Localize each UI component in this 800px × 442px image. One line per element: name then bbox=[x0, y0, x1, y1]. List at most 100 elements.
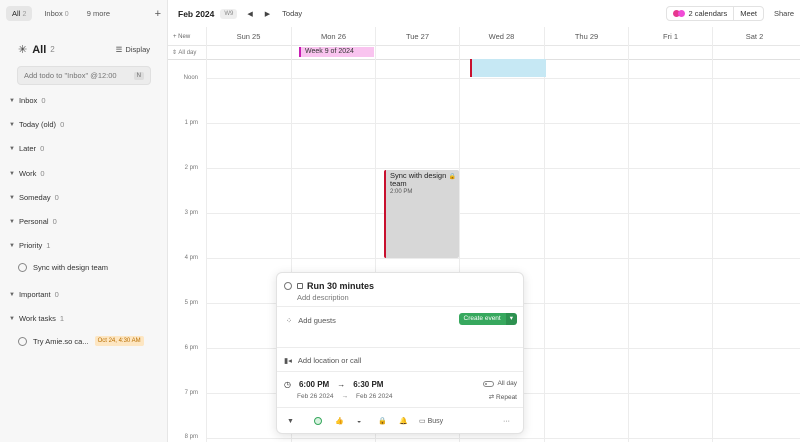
meet-button[interactable]: Meet bbox=[733, 7, 763, 20]
time-label: 5 pm bbox=[184, 300, 198, 306]
task-item[interactable]: Try Amie.so ca... Oct 24, 4:30 AM bbox=[18, 336, 144, 346]
start-date[interactable]: Feb 26 2024 bbox=[297, 393, 334, 400]
tab-inbox[interactable]: Inbox 0 bbox=[38, 6, 74, 21]
time-label: 7 pm bbox=[184, 390, 198, 396]
create-event-button[interactable]: Create event ▾ bbox=[458, 313, 517, 325]
chevron-down-icon: ▼ bbox=[9, 121, 15, 128]
add-location[interactable]: ▮◂ Add location or call bbox=[284, 356, 361, 365]
toggle-icon[interactable] bbox=[483, 380, 495, 387]
busy-button[interactable]: ▭ Busy bbox=[419, 417, 443, 425]
chevron-down-icon: ▼ bbox=[9, 242, 15, 249]
checkbox-circle-icon[interactable] bbox=[18, 263, 27, 272]
contrast-icon[interactable]: ◒ bbox=[357, 418, 361, 425]
group-count: 0 bbox=[41, 96, 46, 105]
day-header[interactable]: Thu 29 bbox=[544, 32, 629, 41]
event-title-input[interactable]: Run 30 minutes bbox=[307, 281, 374, 291]
all-day-row[interactable]: ⇕ All day bbox=[168, 46, 800, 60]
checkbox-circle-icon[interactable] bbox=[18, 336, 27, 346]
prev-week-icon[interactable]: ◀ bbox=[247, 10, 252, 18]
day-header[interactable]: Sun 25 bbox=[206, 32, 291, 41]
display-label: Display bbox=[125, 45, 150, 54]
group-count: 0 bbox=[40, 144, 45, 153]
calendars-button[interactable]: 2 calendars bbox=[667, 7, 734, 20]
time-label: 6 pm bbox=[184, 345, 198, 351]
all-day-toggle[interactable]: All day bbox=[483, 380, 517, 387]
hour-line bbox=[206, 438, 800, 439]
asterisk-icon: ✳ bbox=[18, 44, 28, 56]
bell-icon[interactable]: 🔔 bbox=[399, 417, 408, 425]
group-label: Priority bbox=[18, 241, 43, 250]
week-number-event[interactable]: Week 9 of 2024 bbox=[299, 47, 374, 57]
group-priority[interactable]: ▼ Priority 1 bbox=[9, 241, 50, 250]
day-header[interactable]: Wed 28 bbox=[459, 32, 544, 41]
repeat-label: Repeat bbox=[496, 394, 517, 401]
arrow-right-icon: → bbox=[337, 380, 346, 389]
add-todo-field[interactable]: N bbox=[17, 66, 151, 85]
lock-icon[interactable]: 🔒 bbox=[378, 417, 387, 425]
busy-label: Busy bbox=[427, 418, 444, 425]
calendar-dots-icon bbox=[672, 10, 685, 17]
square-icon bbox=[297, 283, 303, 289]
group-today-old[interactable]: ▼ Today (old) 0 bbox=[9, 120, 64, 129]
day-header[interactable]: Mon 26 bbox=[291, 32, 376, 41]
caret-down-icon[interactable]: ▼ bbox=[287, 418, 294, 425]
more-options-icon[interactable]: ··· bbox=[503, 418, 510, 425]
event-block[interactable] bbox=[470, 59, 546, 77]
sliders-icon: ☰ bbox=[115, 45, 123, 54]
task-label: Sync with design team bbox=[33, 263, 109, 272]
group-later[interactable]: ▼ Later 0 bbox=[9, 144, 44, 153]
start-time[interactable]: 6:00 PM bbox=[299, 380, 329, 389]
group-count: 0 bbox=[60, 120, 65, 129]
chevron-down-icon[interactable]: ▾ bbox=[505, 313, 517, 325]
add-guests[interactable]: ⁘ Add guests bbox=[286, 316, 336, 325]
new-event-button[interactable]: + New bbox=[173, 34, 190, 40]
due-badge: Oct 24, 4:30 AM bbox=[94, 336, 144, 346]
end-time[interactable]: 6:30 PM bbox=[353, 380, 383, 389]
group-work[interactable]: ▼ Work 0 bbox=[9, 169, 45, 178]
thumbs-up-icon[interactable]: 👍 bbox=[335, 417, 344, 425]
sidebar-header: ✳ All 2 ☰ Display bbox=[18, 43, 150, 57]
group-count: 0 bbox=[54, 193, 59, 202]
day-divider bbox=[628, 27, 629, 442]
lock-icon: 🔒 bbox=[448, 174, 456, 180]
group-work-tasks[interactable]: ▼ Work tasks 1 bbox=[9, 314, 64, 323]
divider bbox=[277, 407, 523, 408]
chevron-down-icon: ▼ bbox=[9, 145, 15, 152]
chevron-down-icon: ▼ bbox=[9, 170, 15, 177]
add-todo-input[interactable] bbox=[24, 71, 134, 80]
group-count: 0 bbox=[54, 290, 59, 299]
shortcut-key: N bbox=[133, 71, 144, 80]
group-personal[interactable]: ▼ Personal 0 bbox=[9, 217, 57, 226]
checkbox-circle-icon[interactable] bbox=[284, 282, 292, 290]
guests-label: Add guests bbox=[298, 316, 336, 325]
end-date[interactable]: Feb 26 2024 bbox=[356, 393, 393, 400]
group-important[interactable]: ▼ Important 0 bbox=[9, 290, 59, 299]
task-item[interactable]: Sync with design team bbox=[18, 263, 108, 272]
today-button[interactable]: Today bbox=[282, 9, 302, 18]
date-range: Feb 26 2024 → Feb 26 2024 bbox=[297, 393, 393, 400]
all-day-text: All day bbox=[178, 50, 197, 56]
next-week-icon[interactable]: ▶ bbox=[265, 10, 270, 18]
tab-more[interactable]: 9 more bbox=[81, 6, 116, 21]
hour-line bbox=[206, 123, 800, 124]
tab-all[interactable]: All 2 bbox=[6, 6, 33, 21]
event-sync-design[interactable]: Sync with design team 2:00 PM 🔒 bbox=[384, 170, 459, 258]
description-input[interactable]: Add description bbox=[297, 293, 349, 302]
group-inbox[interactable]: ▼ Inbox 0 bbox=[9, 96, 45, 105]
share-button[interactable]: Share bbox=[774, 9, 794, 18]
status-circle-icon[interactable] bbox=[314, 417, 322, 425]
divider bbox=[277, 347, 523, 348]
day-header[interactable]: Fri 1 bbox=[628, 32, 713, 41]
calendars-label: 2 calendars bbox=[688, 9, 728, 18]
day-header[interactable]: Tue 27 bbox=[375, 32, 460, 41]
group-someday[interactable]: ▼ Someday 0 bbox=[9, 193, 59, 202]
group-label: Work tasks bbox=[18, 314, 56, 323]
display-button[interactable]: ☰ Display bbox=[116, 45, 150, 54]
tab-label: Inbox bbox=[44, 9, 63, 18]
plus-icon[interactable]: + bbox=[155, 8, 161, 20]
popup-title-row: Run 30 minutes bbox=[277, 281, 523, 291]
task-label: Try Amie.so ca... bbox=[33, 336, 89, 346]
day-header[interactable]: Sat 2 bbox=[712, 32, 797, 41]
group-count: 0 bbox=[40, 169, 45, 178]
repeat-button[interactable]: ⇄ Repeat bbox=[489, 393, 517, 401]
